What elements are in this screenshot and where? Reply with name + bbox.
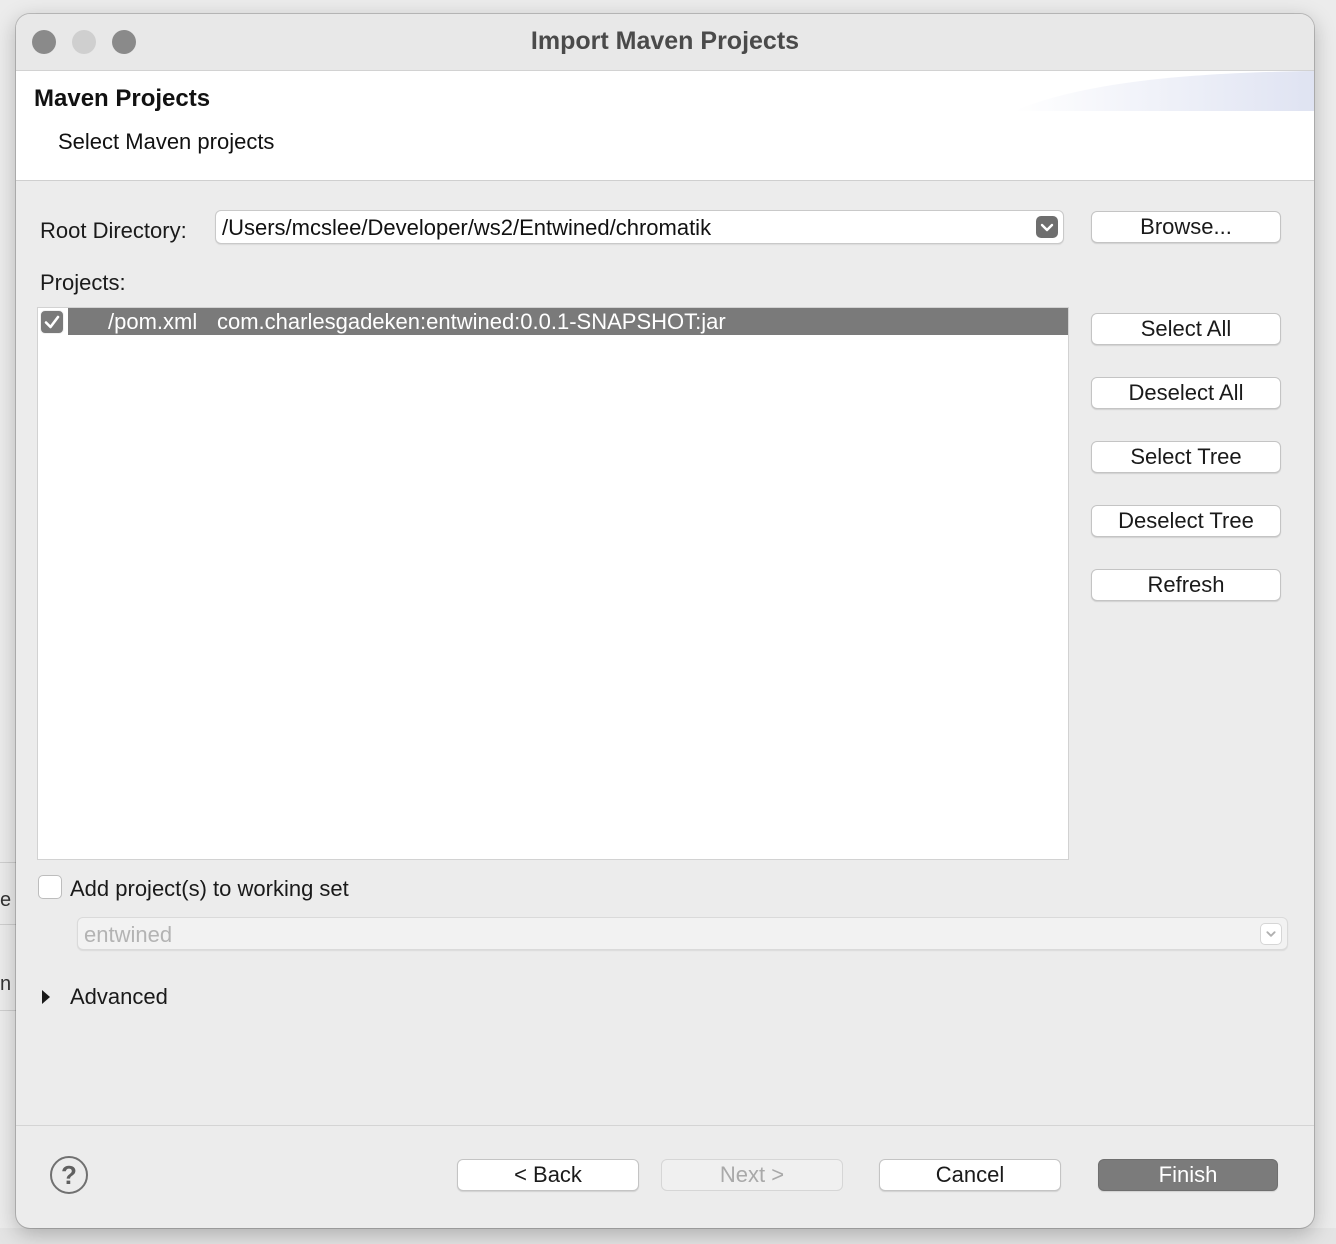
select-all-button[interactable]: Select All xyxy=(1091,313,1281,345)
checkmark-icon xyxy=(44,315,60,329)
list-item[interactable]: /pom.xml com.charlesgadeken:entwined:0.0… xyxy=(68,308,1068,335)
expand-triangle-icon[interactable] xyxy=(40,989,52,1005)
wizard-banner: Maven Projects Select Maven projects xyxy=(16,71,1314,181)
bg-text-fragment: n xyxy=(0,973,12,995)
next-button[interactable]: Next > xyxy=(661,1159,843,1191)
chevron-down-icon[interactable] xyxy=(1260,923,1282,945)
import-maven-projects-dialog: Import Maven Projects Maven Projects Sel… xyxy=(16,14,1314,1228)
bg-divider xyxy=(0,1010,16,1011)
page-subtitle: Select Maven projects xyxy=(58,129,275,154)
back-button[interactable]: < Back xyxy=(457,1159,639,1191)
working-set-checkbox[interactable] xyxy=(38,875,62,899)
working-set-combo[interactable]: entwined xyxy=(77,917,1288,950)
working-set-value: entwined xyxy=(84,922,173,947)
advanced-label[interactable]: Advanced xyxy=(70,984,168,1010)
title-bar: Import Maven Projects xyxy=(16,14,1314,71)
projects-list[interactable]: /pom.xml com.charlesgadeken:entwined:0.0… xyxy=(37,307,1069,860)
cancel-button[interactable]: Cancel xyxy=(879,1159,1061,1191)
deselect-all-button[interactable]: Deselect All xyxy=(1091,377,1281,409)
bg-divider xyxy=(0,924,16,925)
banner-decoration xyxy=(1014,71,1314,111)
browse-button[interactable]: Browse... xyxy=(1091,211,1281,243)
help-icon[interactable]: ? xyxy=(50,1156,88,1194)
projects-label: Projects: xyxy=(40,270,126,295)
select-tree-button[interactable]: Select Tree xyxy=(1091,441,1281,473)
bg-text-fragment: e xyxy=(0,889,12,911)
window-title: Import Maven Projects xyxy=(530,27,800,55)
root-directory-combo[interactable]: /Users/mcslee/Developer/ws2/Entwined/chr… xyxy=(215,210,1064,244)
page-title: Maven Projects xyxy=(34,85,211,112)
working-set-label: Add project(s) to working set xyxy=(70,876,349,901)
bg-divider xyxy=(0,862,16,863)
project-path: /pom.xml xyxy=(108,309,198,334)
root-directory-label: Root Directory: xyxy=(40,218,187,243)
bg-strip xyxy=(0,1228,1336,1244)
root-directory-value: /Users/mcslee/Developer/ws2/Entwined/chr… xyxy=(222,215,712,240)
finish-button[interactable]: Finish xyxy=(1098,1159,1278,1191)
chevron-down-icon[interactable] xyxy=(1036,216,1058,238)
project-checkbox[interactable] xyxy=(40,310,64,334)
project-artifact: com.charlesgadeken:entwined:0.0.1-SNAPSH… xyxy=(217,309,726,334)
refresh-button[interactable]: Refresh xyxy=(1091,569,1281,601)
deselect-tree-button[interactable]: Deselect Tree xyxy=(1091,505,1281,537)
footer-divider xyxy=(16,1125,1314,1126)
